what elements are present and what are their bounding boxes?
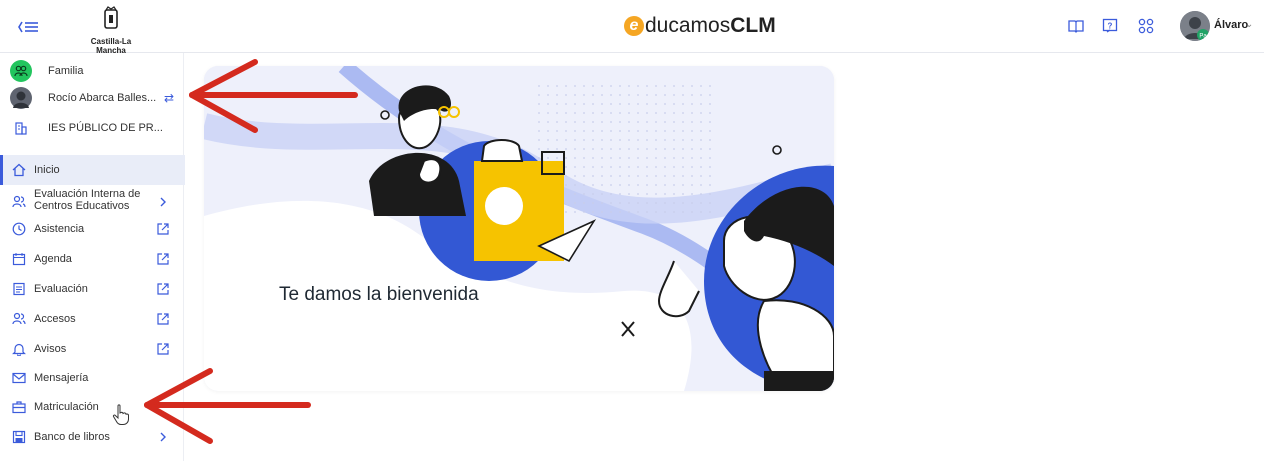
nav-inicio[interactable]: Inicio — [0, 155, 185, 185]
home-icon — [12, 163, 26, 177]
svg-text:?: ? — [1108, 22, 1113, 31]
educamos-brand[interactable]: e ducamos CLM — [624, 13, 776, 39]
annotation-arrow-matriculacion — [144, 368, 311, 444]
jccm-logo[interactable]: Castilla-La Mancha — [78, 6, 144, 55]
collapse-sidebar-icon[interactable] — [18, 18, 40, 36]
calendar-icon — [12, 253, 26, 266]
avatar-initial: Pa — [1199, 34, 1207, 40]
nav-avisos-label: Avisos — [34, 343, 67, 355]
external-link-icon — [157, 253, 169, 265]
nav-agenda-label: Agenda — [34, 253, 72, 265]
top-header: Castilla-La Mancha e ducamos CLM ? Pa Ál… — [0, 0, 1264, 55]
nav-accesos[interactable]: Accesos — [0, 304, 182, 334]
annotation-arrow-student — [189, 59, 358, 133]
chevron-right-icon — [160, 197, 166, 207]
welcome-heading: Te damos la bienvenida — [279, 284, 479, 305]
nav-accesos-label: Accesos — [34, 313, 76, 325]
briefcase-icon — [12, 401, 26, 414]
context-student[interactable]: Rocío Abarca Balles... ⇄ — [10, 86, 180, 110]
context-family-label: Familia — [48, 65, 84, 77]
context-school-label: IES PÚBLICO DE PR... — [48, 122, 163, 134]
chevron-down-icon[interactable]: ⌄ — [1245, 19, 1253, 30]
hand-cursor-icon — [112, 404, 129, 425]
nav-asistencia-label: Asistencia — [34, 223, 85, 235]
nav-matriculacion-label: Matriculación — [34, 401, 99, 413]
nav-mensajeria-label: Mensajería — [34, 372, 89, 384]
user-avatar[interactable]: Pa — [1180, 11, 1210, 41]
user-silhouette-icon: Pa — [1180, 11, 1210, 41]
save-book-icon — [12, 430, 26, 444]
brand-bold: CLM — [730, 14, 776, 37]
context-family[interactable]: Familia — [10, 59, 180, 83]
book-icon[interactable] — [1068, 18, 1084, 34]
clock-icon — [12, 222, 26, 236]
crest-icon — [104, 6, 118, 29]
nav-evaluacion-label: Evaluación — [34, 283, 88, 295]
nav-evaluacion-interna-line1: Evaluación Interna de — [34, 188, 141, 200]
nav-evaluacion-interna-label: Evaluación Interna de Centros Educativos — [34, 188, 140, 212]
user-name[interactable]: Álvaro — [1214, 19, 1248, 31]
brand-e-icon: e — [624, 16, 644, 36]
help-icon[interactable]: ? — [1102, 18, 1118, 34]
nav-asistencia[interactable]: Asistencia — [0, 214, 182, 244]
nav-agenda[interactable]: Agenda — [0, 244, 182, 274]
family-icon — [10, 60, 32, 82]
context-school[interactable]: IES PÚBLICO DE PR... — [10, 116, 180, 140]
external-link-icon — [157, 283, 169, 295]
document-icon — [13, 282, 25, 296]
bell-icon — [12, 343, 26, 356]
brand-mid: ducamos — [645, 14, 731, 37]
users-icon — [12, 195, 26, 208]
nav-evaluacion-interna-line2: Centros Educativos — [34, 200, 130, 212]
swap-icon[interactable]: ⇄ — [164, 91, 174, 105]
nav-banco-libros-label: Banco de libros — [34, 431, 110, 443]
external-link-icon — [157, 313, 169, 325]
student-avatar-icon — [10, 87, 32, 109]
context-student-label: Rocío Abarca Balles... — [48, 92, 157, 104]
external-link-icon — [157, 223, 169, 235]
building-icon — [10, 117, 32, 139]
nav-avisos[interactable]: Avisos — [0, 334, 182, 364]
mail-icon — [12, 372, 26, 384]
users-icon — [12, 312, 26, 325]
nav-evaluacion[interactable]: Evaluación — [0, 274, 182, 304]
nav-inicio-label: Inicio — [34, 164, 60, 176]
external-link-icon — [157, 343, 169, 355]
apps-icon[interactable] — [1138, 18, 1154, 34]
